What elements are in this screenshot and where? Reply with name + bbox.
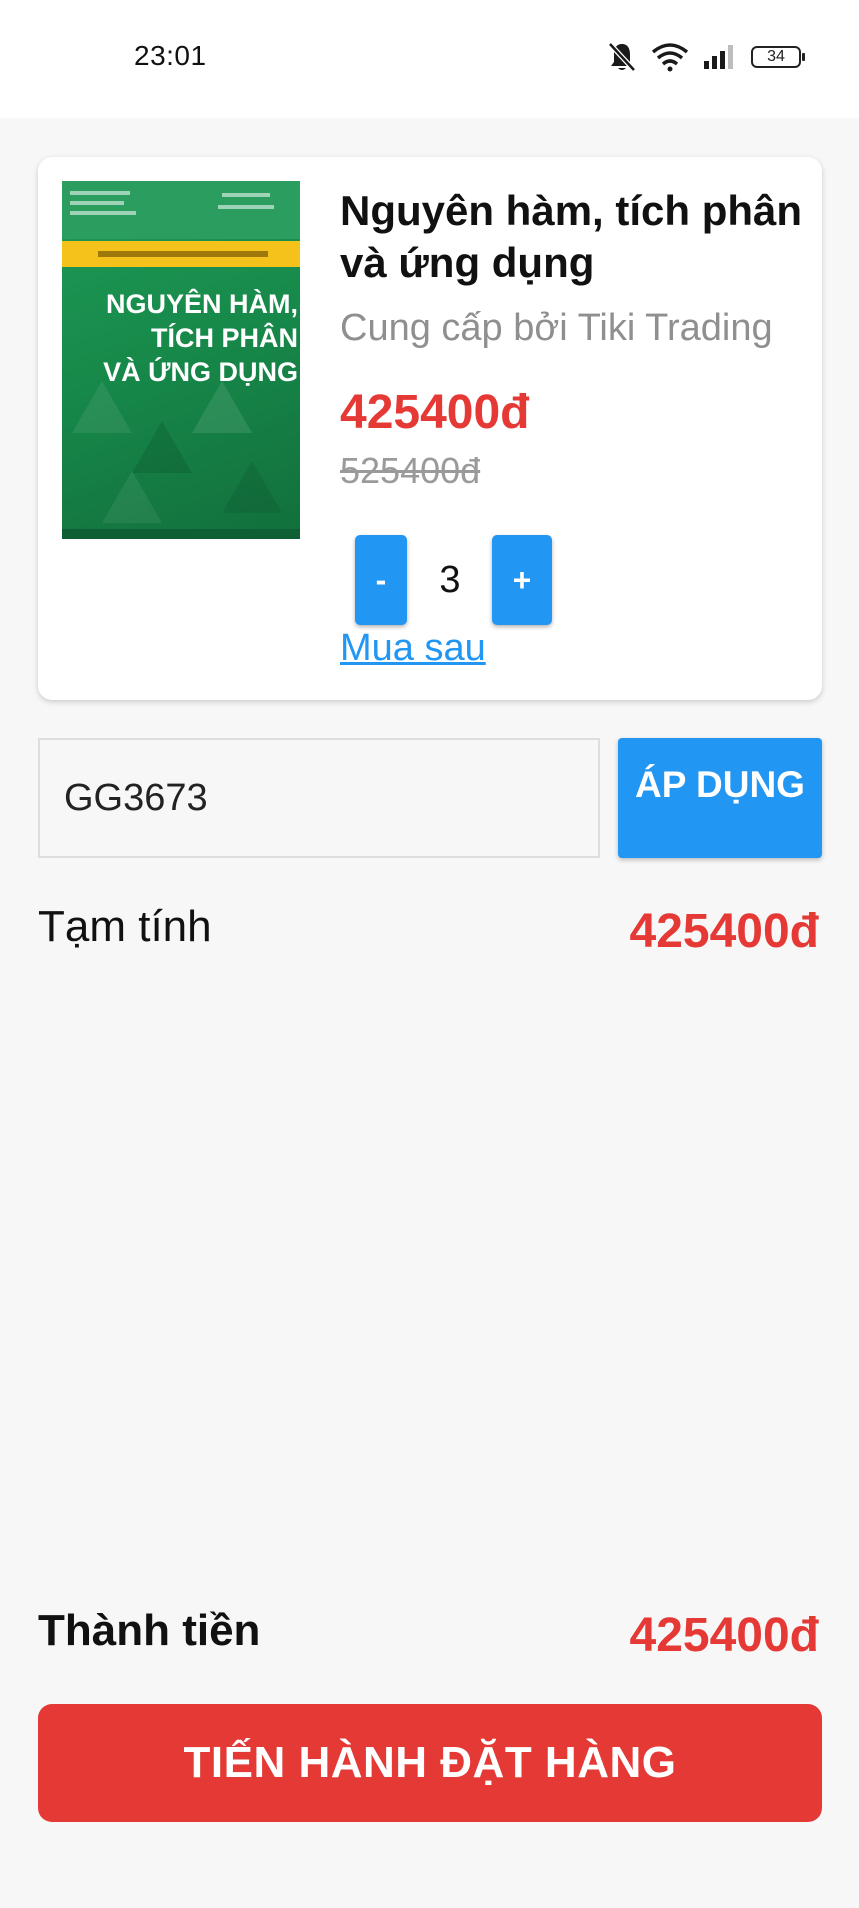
battery-icon: 34 xyxy=(751,46,805,68)
subtotal-value: 425400đ xyxy=(629,905,820,958)
book-cover-image[interactable]: NGUYÊN HÀM, TÍCH PHÂN VÀ ỨNG DỤNG xyxy=(62,181,300,539)
apply-coupon-button[interactable]: ÁP DỤNG xyxy=(618,738,822,858)
buy-later-link[interactable]: Mua sau xyxy=(340,627,486,670)
signal-icon xyxy=(704,45,733,69)
cover-band xyxy=(62,241,300,267)
status-bar: 23:01 34 xyxy=(0,0,859,118)
wifi-icon xyxy=(651,43,689,72)
decrease-quantity-button[interactable]: - xyxy=(355,535,407,625)
checkout-button[interactable]: TIẾN HÀNH ĐẶT HÀNG xyxy=(38,1704,822,1822)
seller-text: Cung cấp bởi Tiki Trading xyxy=(340,307,773,349)
increase-quantity-button[interactable]: + xyxy=(492,535,552,625)
status-icons: 34 xyxy=(607,40,805,74)
bell-muted-icon xyxy=(608,42,636,72)
cart-item-card: NGUYÊN HÀM, TÍCH PHÂN VÀ ỨNG DỤNG Nguyên… xyxy=(38,157,822,700)
total-value: 425400đ xyxy=(629,1609,820,1662)
product-title[interactable]: Nguyên hàm, tích phân và ứng dụng xyxy=(340,185,810,289)
original-price: 525400đ xyxy=(340,450,481,491)
cover-header xyxy=(62,181,300,239)
cover-title: NGUYÊN HÀM, TÍCH PHÂN VÀ ỨNG DỤNG xyxy=(103,289,298,387)
total-label: Thành tiền xyxy=(38,1606,261,1655)
subtotal-label: Tạm tính xyxy=(38,902,212,951)
coupon-input[interactable]: GG3673 xyxy=(38,738,600,858)
product-price: 425400đ xyxy=(340,386,530,439)
status-time: 23:01 xyxy=(134,40,207,71)
quantity-value: 3 xyxy=(439,559,461,601)
